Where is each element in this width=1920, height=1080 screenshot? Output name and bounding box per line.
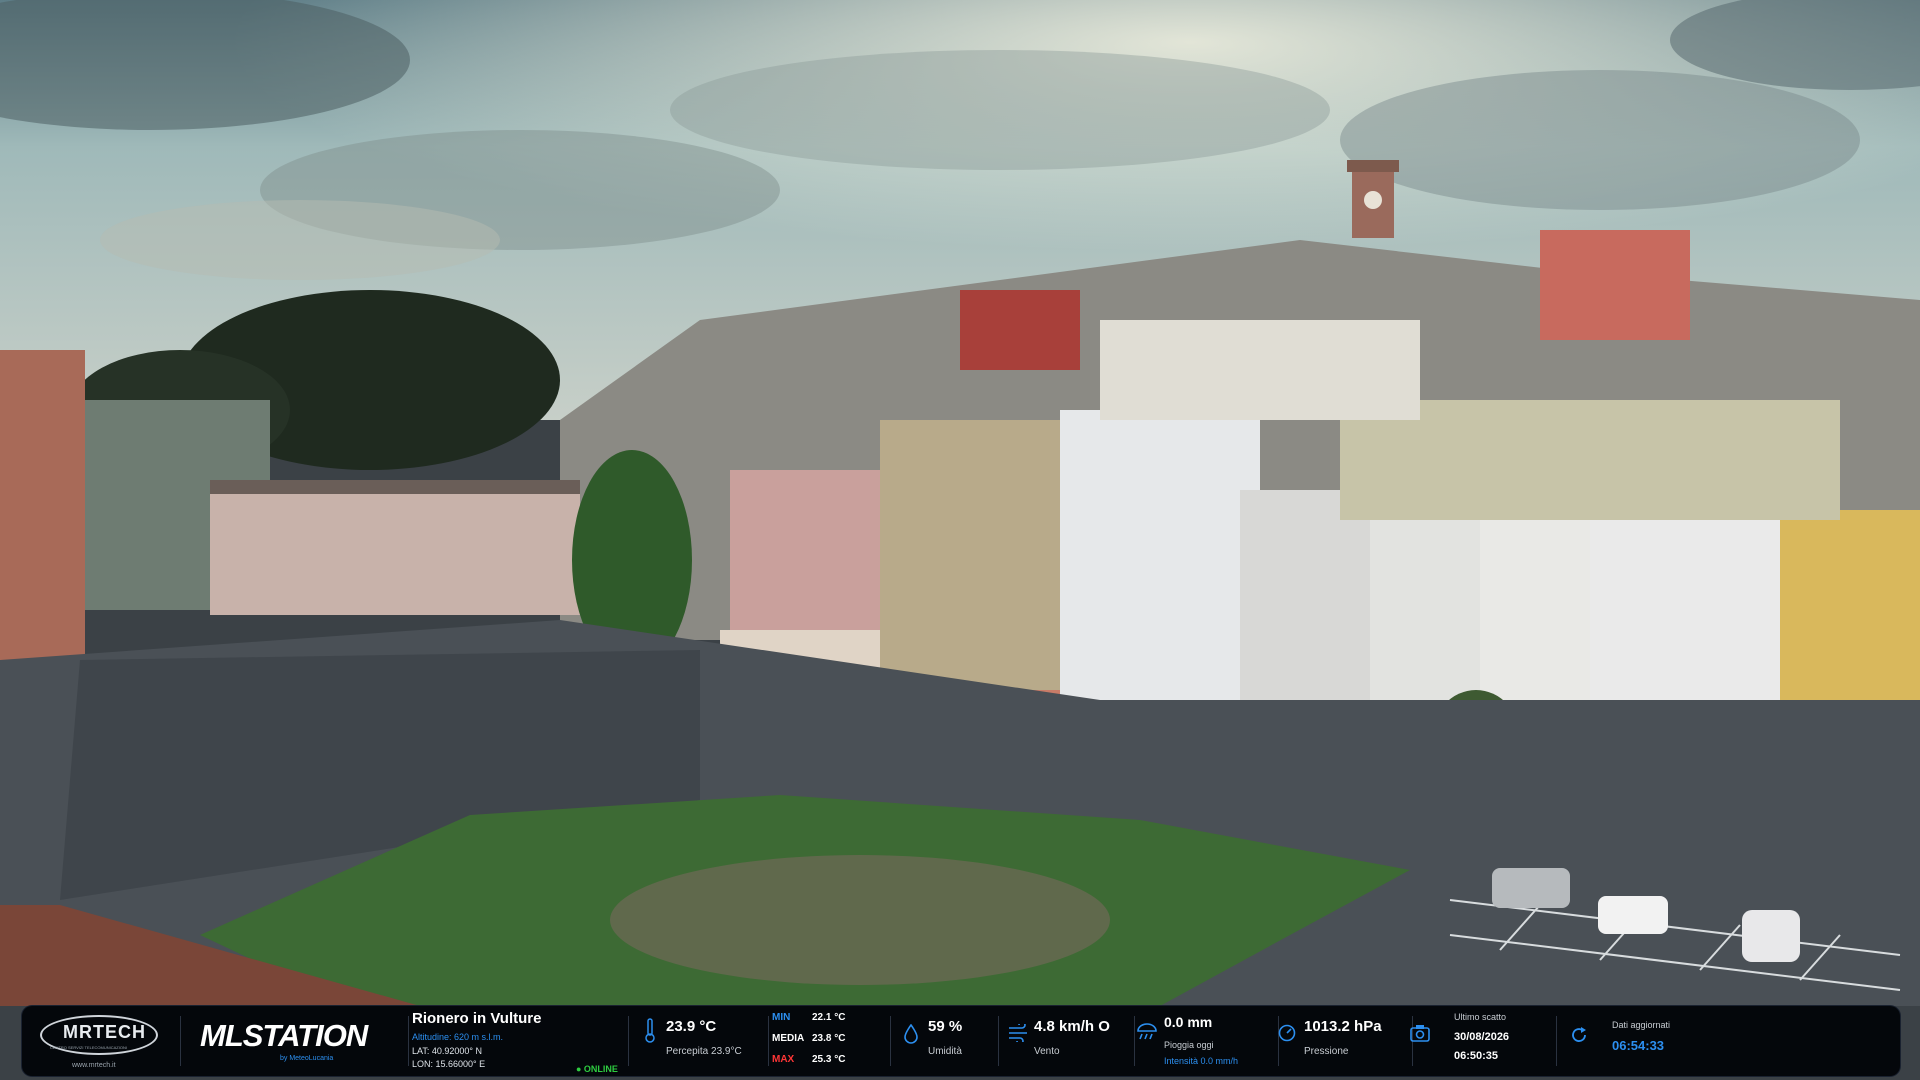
avg-label: MEDIA xyxy=(772,1033,805,1044)
mlstation-by: by MeteoLucania xyxy=(280,1055,334,1062)
rain-block: 0.0 mm Pioggia oggi Intensità 0.0 mm/h xyxy=(1134,1006,1274,1076)
separator xyxy=(768,1016,769,1066)
wind-value: 4.8 km/h O xyxy=(1034,1018,1110,1035)
mlstation-logo: MLSTATION by MeteoLucania xyxy=(200,1006,400,1076)
max-value: 25.3 °C xyxy=(812,1054,846,1065)
webcam-image xyxy=(0,0,1920,1006)
updated-block: Dati aggiornati 06:54:33 xyxy=(1568,1006,1748,1076)
snapshot-block: Ultimo scatto 30/08/2026 06:50:35 xyxy=(1408,1006,1548,1076)
wind-label: Vento xyxy=(1034,1046,1060,1057)
rain-intensity: Intensità 0.0 mm/h xyxy=(1164,1056,1239,1066)
temperature-block: 23.9 °C Percepita 23.9°C xyxy=(642,1006,782,1076)
rain-label: Pioggia oggi xyxy=(1164,1040,1214,1050)
separator xyxy=(998,1016,999,1066)
max-label: MAX xyxy=(772,1054,795,1065)
camera-icon xyxy=(1410,1025,1430,1042)
mrtech-logo-text: MRTECH xyxy=(63,1022,146,1042)
separator xyxy=(628,1016,629,1066)
updated-label: Dati aggiornati xyxy=(1612,1020,1671,1030)
location-lon: LON: 15.66000° E xyxy=(412,1059,486,1069)
weather-info-bar: MRTECH CENTRO SERVIZI TELECOMUNICAZIONI … xyxy=(22,1006,1900,1076)
separator xyxy=(1556,1016,1557,1066)
location-block: Rionero in Vulture Altitudine: 620 m s.l… xyxy=(412,1006,652,1076)
temperature-stats: MIN 22.1 °C MEDIA 23.8 °C MAX 25.3 °C xyxy=(772,1006,882,1076)
droplet-icon xyxy=(904,1024,918,1044)
rain-value: 0.0 mm xyxy=(1164,1014,1213,1030)
humidity-label: Umidità xyxy=(928,1046,962,1057)
location-altitude: Altitudine: 620 m s.l.m. xyxy=(412,1032,504,1042)
humidity-block: 59 % Umidità xyxy=(902,1006,1002,1076)
separator xyxy=(890,1016,891,1066)
min-label: MIN xyxy=(772,1012,791,1023)
gauge-icon xyxy=(1278,1024,1296,1042)
refresh-icon xyxy=(1572,1027,1586,1042)
location-lat: LAT: 40.92000° N xyxy=(412,1046,482,1056)
separator xyxy=(408,1016,409,1066)
wind-block: 4.8 km/h O Vento xyxy=(1006,1006,1136,1076)
location-name: Rionero in Vulture xyxy=(412,1010,542,1027)
humidity-value: 59 % xyxy=(928,1018,963,1035)
pressure-block: 1013.2 hPa Pressione xyxy=(1276,1006,1416,1076)
thermometer-icon xyxy=(645,1018,655,1043)
temperature-perceived: Percepita 23.9°C xyxy=(666,1046,742,1057)
min-value: 22.1 °C xyxy=(812,1012,846,1023)
mlstation-logo-text: MLSTATION xyxy=(200,1018,368,1053)
online-status: ● ONLINE xyxy=(576,1064,618,1074)
separator xyxy=(180,1016,181,1066)
snapshot-label: Ultimo scatto xyxy=(1454,1012,1507,1022)
pressure-label: Pressione xyxy=(1304,1046,1349,1057)
mrtech-logo: MRTECH CENTRO SERVIZI TELECOMUNICAZIONI … xyxy=(36,1006,161,1076)
mrtech-url: www.mrtech.it xyxy=(72,1062,116,1069)
temperature-value: 23.9 °C xyxy=(666,1018,717,1035)
snapshot-date: 30/08/2026 xyxy=(1454,1031,1510,1043)
avg-value: 23.8 °C xyxy=(812,1033,846,1044)
snapshot-time: 06:50:35 xyxy=(1454,1050,1499,1062)
wind-icon xyxy=(1009,1024,1027,1042)
updated-time: 06:54:33 xyxy=(1612,1038,1665,1053)
pressure-value: 1013.2 hPa xyxy=(1304,1018,1382,1035)
mrtech-tagline: CENTRO SERVIZI TELECOMUNICAZIONI xyxy=(50,1045,127,1050)
rain-icon xyxy=(1137,1023,1157,1040)
